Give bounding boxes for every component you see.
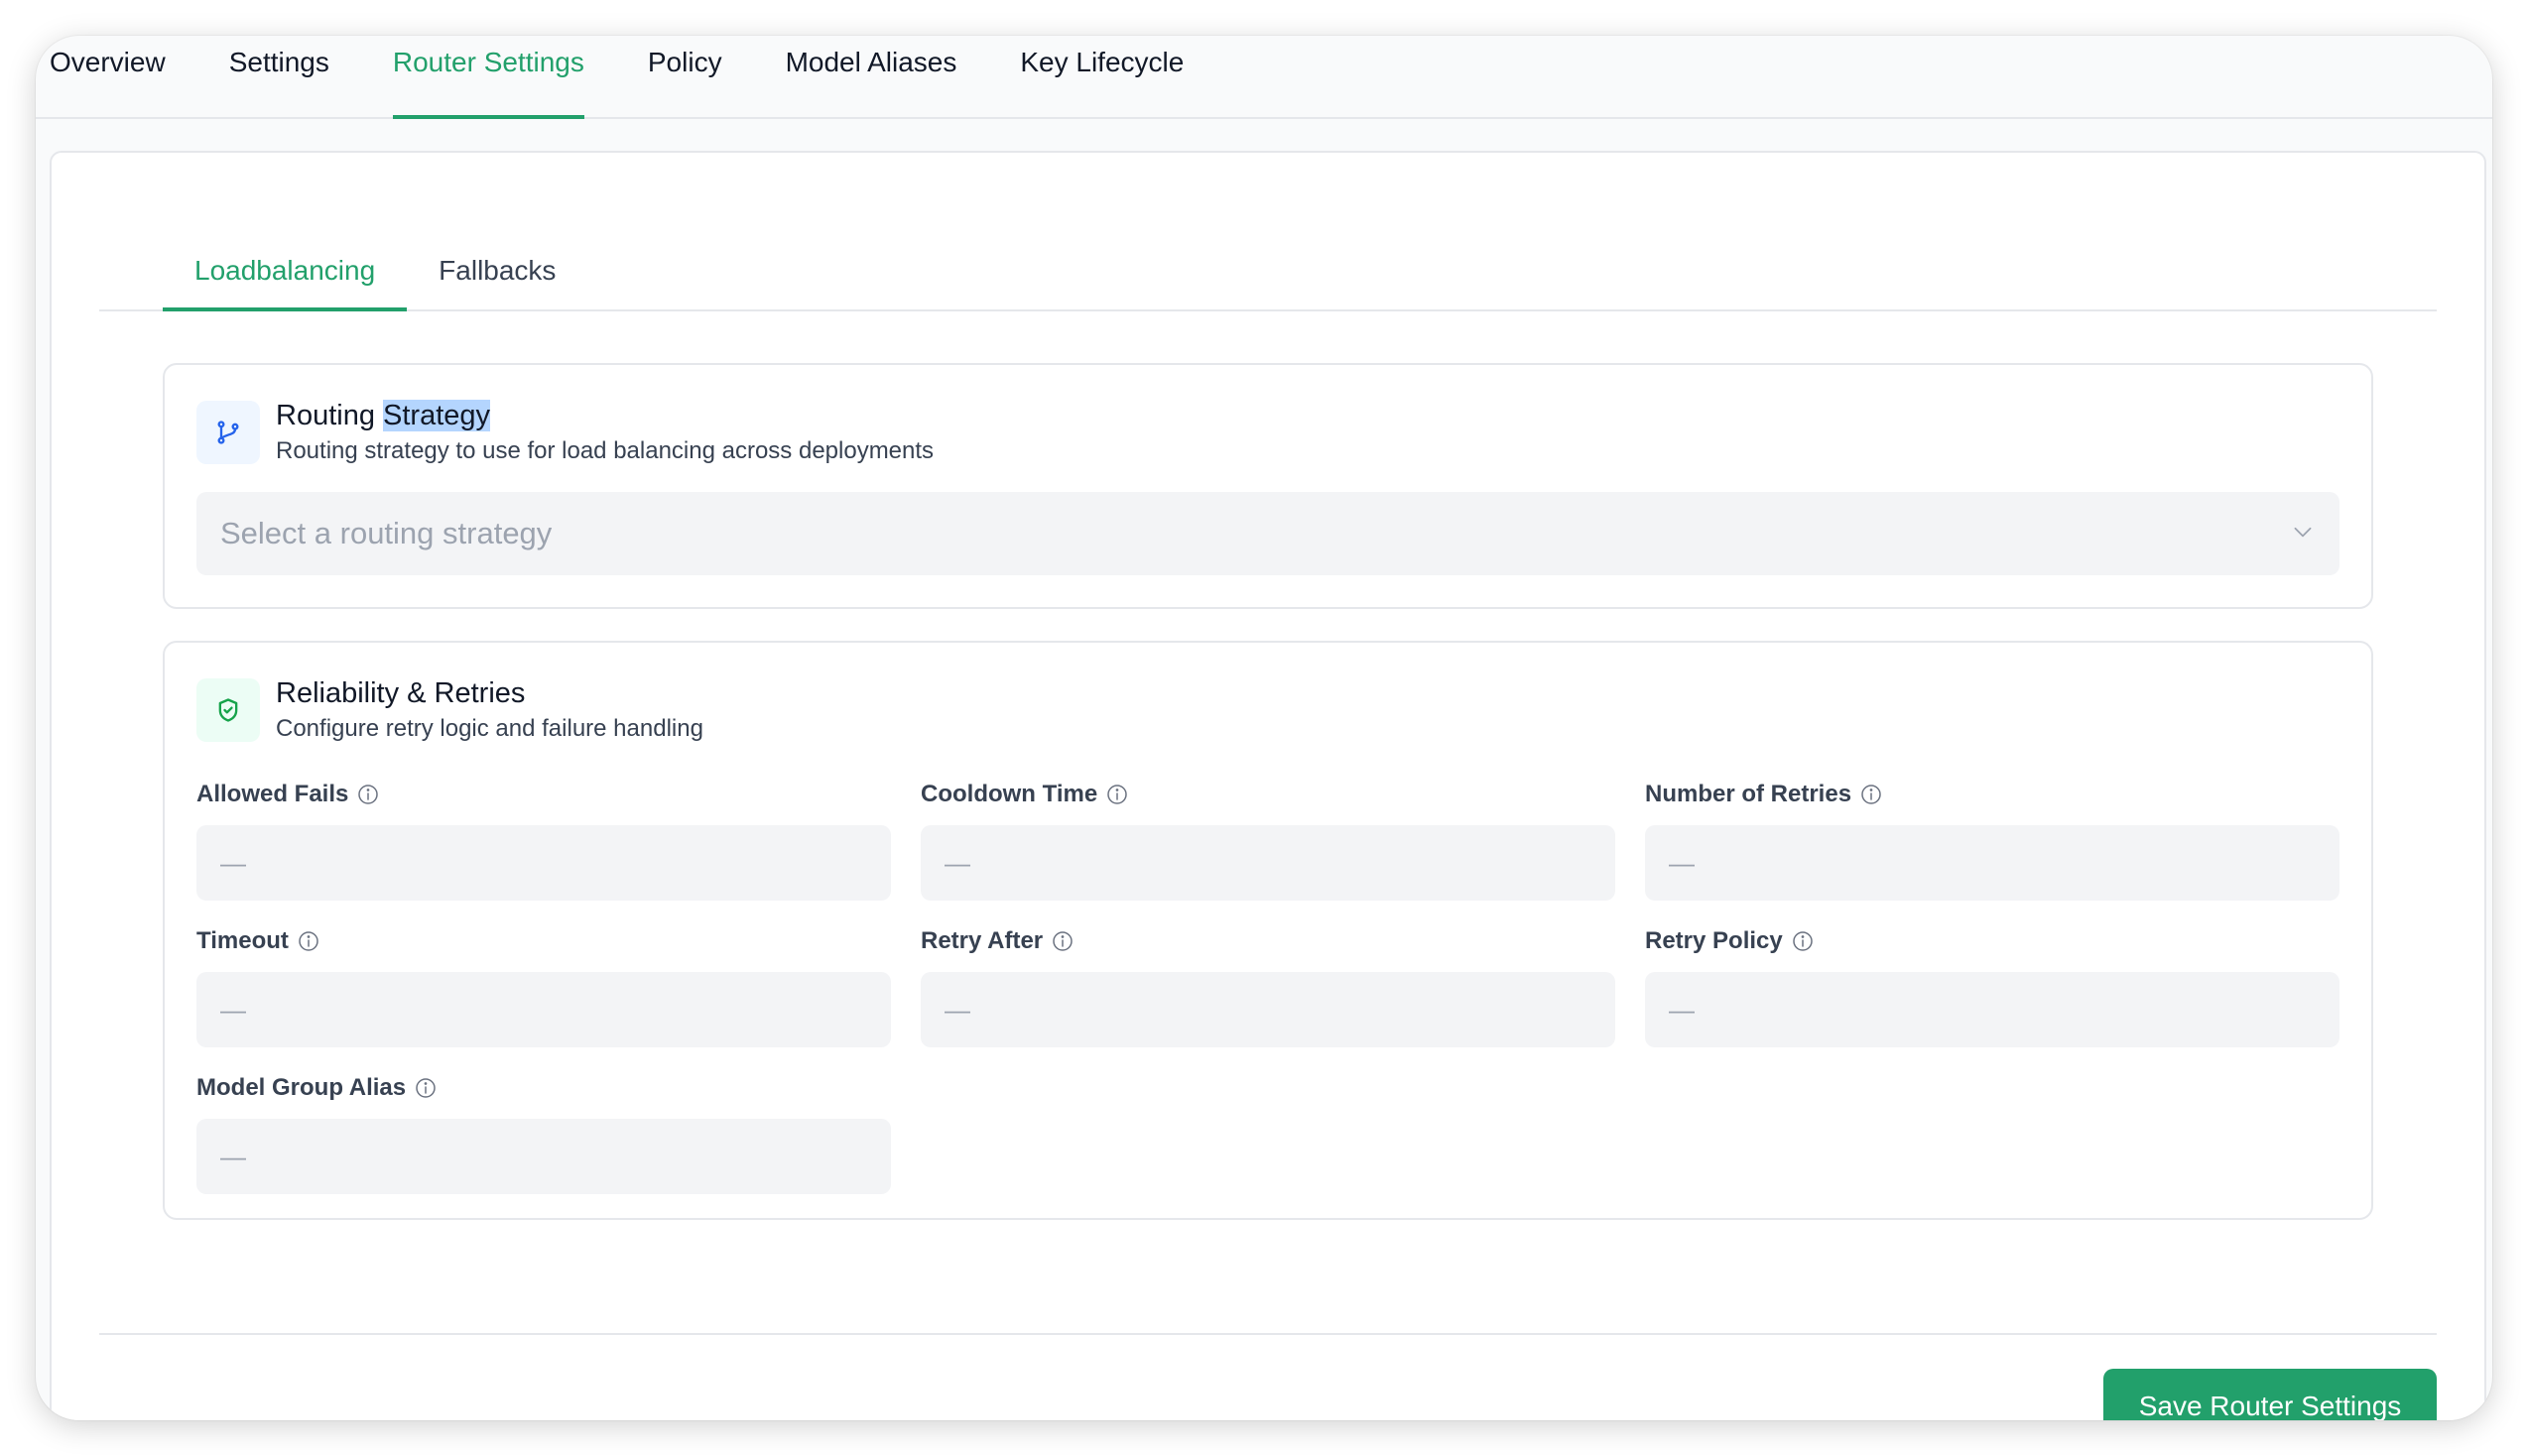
cooldown-time-label: Cooldown Time	[921, 781, 1098, 807]
tab-key-lifecycle[interactable]: Key Lifecycle	[1020, 36, 1184, 117]
reliability-retries-card: Reliability & Retries Configure retry lo…	[163, 641, 2373, 1220]
info-icon[interactable]	[1105, 783, 1129, 806]
timeout-input[interactable]: —	[196, 972, 891, 1047]
info-icon[interactable]	[1859, 783, 1883, 806]
model-group-alias-field: Model Group Alias —	[196, 1073, 891, 1194]
router-settings-panel: Loadbalancing Fallbacks Routing Strategy	[50, 151, 2486, 1420]
retry-after-field: Retry After —	[921, 926, 1615, 1047]
tab-policy[interactable]: Policy	[648, 36, 722, 117]
tab-fallbacks[interactable]: Fallbacks	[407, 232, 587, 309]
tab-overview[interactable]: Overview	[50, 36, 166, 117]
reliability-header: Reliability & Retries Configure retry lo…	[196, 677, 703, 746]
tab-loadbalancing[interactable]: Loadbalancing	[163, 232, 408, 311]
tab-settings[interactable]: Settings	[229, 36, 329, 117]
number-of-retries-input[interactable]: —	[1645, 825, 2339, 901]
allowed-fails-input[interactable]: —	[196, 825, 891, 901]
routing-strategy-placeholder: Select a routing strategy	[220, 516, 553, 550]
save-router-settings-button[interactable]: Save Router Settings	[2103, 1369, 2437, 1420]
timeout-label: Timeout	[196, 927, 289, 954]
retry-policy-field: Retry Policy —	[1645, 926, 2339, 1047]
app-window: Overview Settings Router Settings Policy…	[36, 36, 2492, 1420]
cooldown-time-input[interactable]: —	[921, 825, 1615, 901]
allowed-fails-field: Allowed Fails —	[196, 780, 891, 901]
reliability-title: Reliability & Retries	[276, 677, 526, 709]
routing-strategy-title: Routing Strategy	[276, 400, 491, 431]
info-icon[interactable]	[297, 929, 320, 953]
chevron-down-icon	[2290, 519, 2316, 549]
main-tab-bar: Overview Settings Router Settings Policy…	[36, 36, 2492, 119]
retry-after-input[interactable]: —	[921, 972, 1615, 1047]
routing-strategy-select[interactable]: Select a routing strategy	[196, 492, 2339, 575]
cooldown-time-field: Cooldown Time —	[921, 780, 1615, 901]
number-of-retries-label: Number of Retries	[1645, 781, 1852, 807]
shield-check-icon	[196, 678, 260, 742]
info-icon[interactable]	[414, 1076, 438, 1100]
allowed-fails-label: Allowed Fails	[196, 781, 349, 807]
git-branch-icon	[196, 401, 260, 464]
retry-after-label: Retry After	[921, 927, 1044, 954]
retry-policy-label: Retry Policy	[1645, 927, 1783, 954]
routing-strategy-header: Routing Strategy Routing strategy to use…	[196, 400, 935, 468]
tab-router-settings[interactable]: Router Settings	[392, 36, 584, 119]
routing-strategy-card: Routing Strategy Routing strategy to use…	[163, 363, 2373, 609]
tab-model-aliases[interactable]: Model Aliases	[786, 36, 957, 117]
info-icon[interactable]	[1051, 929, 1074, 953]
timeout-field: Timeout —	[196, 926, 891, 1047]
info-icon[interactable]	[1791, 929, 1815, 953]
sub-tab-bar: Loadbalancing Fallbacks	[99, 232, 2437, 311]
model-group-alias-input[interactable]: —	[196, 1119, 891, 1194]
number-of-retries-field: Number of Retries —	[1645, 780, 2339, 901]
routing-strategy-subtitle: Routing strategy to use for load balanci…	[276, 437, 935, 464]
model-group-alias-label: Model Group Alias	[196, 1074, 407, 1101]
footer-divider	[99, 1333, 2437, 1335]
reliability-subtitle: Configure retry logic and failure handli…	[276, 715, 703, 742]
info-icon[interactable]	[356, 783, 380, 806]
retry-policy-input[interactable]: —	[1645, 972, 2339, 1047]
